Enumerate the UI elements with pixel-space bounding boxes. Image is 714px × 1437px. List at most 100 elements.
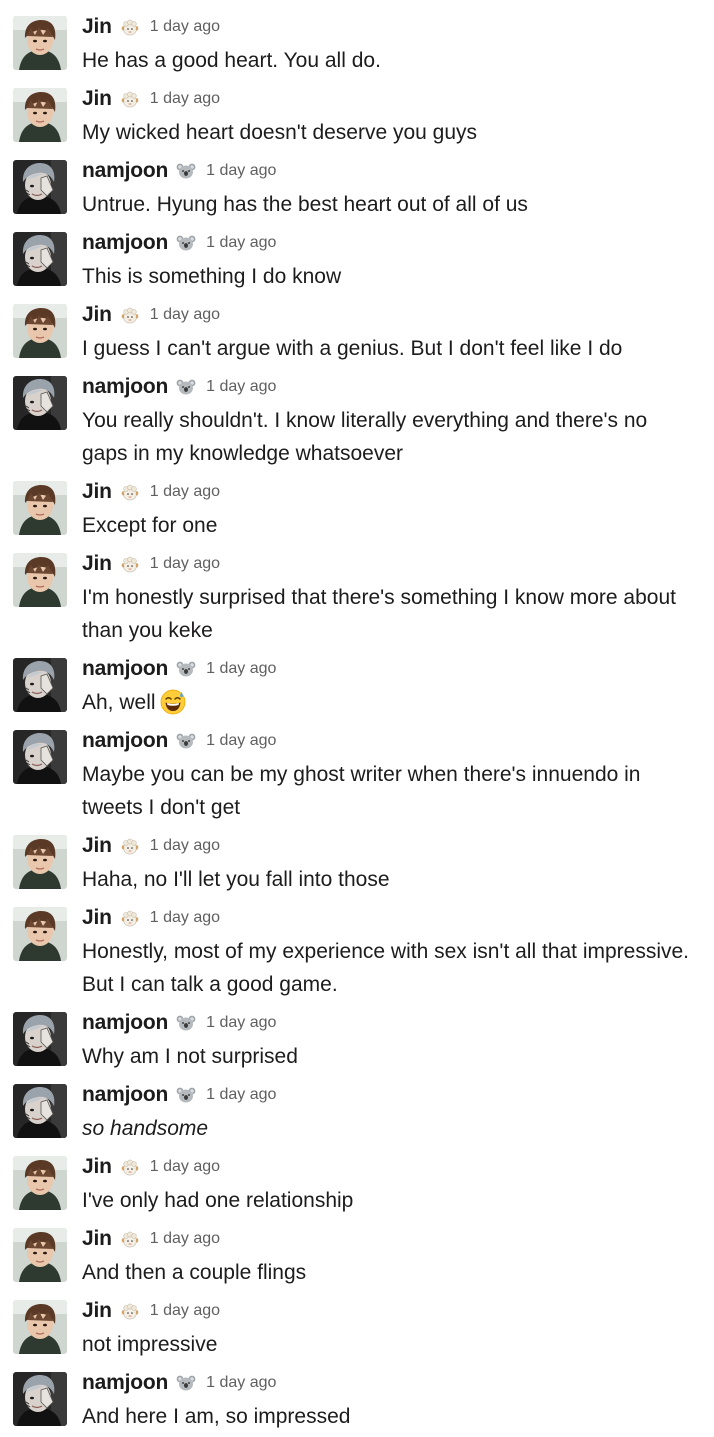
ram-icon (120, 1229, 140, 1249)
timestamp[interactable]: 1 day ago (150, 555, 220, 573)
message-text: I've only had one relationship (82, 1189, 354, 1212)
ram-icon (120, 908, 140, 928)
avatar[interactable] (13, 1372, 67, 1426)
message-header: namjoon 1 day ago (82, 1369, 276, 1397)
timestamp[interactable]: 1 day ago (150, 1302, 220, 1320)
message-text: Maybe you can be my ghost writer when th… (82, 763, 641, 819)
message-text: This is something I do know (82, 265, 342, 288)
message-text: You really shouldn't. I know literally e… (82, 409, 648, 465)
avatar[interactable] (13, 1228, 67, 1282)
ram-icon (120, 1301, 140, 1321)
message-header: Jin 1 day ago (82, 904, 220, 932)
message-header: Jin 1 day ago (82, 1225, 220, 1253)
username[interactable]: Jin (82, 15, 112, 39)
username[interactable]: namjoon (82, 1371, 168, 1395)
avatar[interactable] (13, 1084, 67, 1138)
avatar[interactable] (13, 1012, 67, 1066)
timestamp[interactable]: 1 day ago (206, 732, 276, 750)
username[interactable]: Jin (82, 480, 112, 504)
message-text: He has a good heart. You all do. (82, 49, 381, 72)
ram-icon (120, 17, 140, 37)
avatar[interactable] (13, 907, 67, 961)
message-header: Jin 1 day ago (82, 832, 220, 860)
koala-icon (176, 161, 196, 181)
timestamp[interactable]: 1 day ago (150, 90, 220, 108)
username[interactable]: Jin (82, 834, 112, 858)
avatar[interactable] (13, 1300, 67, 1354)
username[interactable]: Jin (82, 87, 112, 111)
timestamp[interactable]: 1 day ago (206, 660, 276, 678)
avatar[interactable] (13, 481, 67, 535)
ram-icon (120, 836, 140, 856)
timestamp[interactable]: 1 day ago (150, 18, 220, 36)
username[interactable]: namjoon (82, 375, 168, 399)
username[interactable]: Jin (82, 1227, 112, 1251)
koala-icon (176, 659, 196, 679)
avatar[interactable] (13, 160, 67, 214)
message-header: Jin 1 day ago (82, 478, 220, 506)
avatar[interactable] (13, 730, 67, 784)
username[interactable]: Jin (82, 1155, 112, 1179)
username[interactable]: namjoon (82, 1011, 168, 1035)
timestamp[interactable]: 1 day ago (206, 1014, 276, 1032)
username[interactable]: Jin (82, 1299, 112, 1323)
username[interactable]: Jin (82, 906, 112, 930)
avatar[interactable] (13, 1156, 67, 1210)
timestamp[interactable]: 1 day ago (206, 378, 276, 396)
username[interactable]: namjoon (82, 1083, 168, 1107)
timestamp[interactable]: 1 day ago (206, 234, 276, 252)
message-header: namjoon 1 day ago (82, 1009, 276, 1037)
message-header: namjoon 1 day ago (82, 655, 276, 683)
message-text: Untrue. Hyung has the best heart out of … (82, 193, 528, 216)
avatar[interactable] (13, 304, 67, 358)
message-text: Haha, no I'll let you fall into those (82, 868, 390, 891)
message-header: Jin 1 day ago (82, 1153, 220, 1181)
message-header: namjoon 1 day ago (82, 1081, 276, 1109)
koala-icon (176, 1013, 196, 1033)
message-text: Ah, well (82, 686, 697, 719)
message-text: Why am I not surprised (82, 1045, 298, 1068)
message-header: Jin 1 day ago (82, 13, 220, 41)
timestamp[interactable]: 1 day ago (150, 483, 220, 501)
koala-icon (176, 233, 196, 253)
message-text: My wicked heart doesn't deserve you guys (82, 121, 478, 144)
username[interactable]: namjoon (82, 657, 168, 681)
message-header: namjoon 1 day ago (82, 727, 276, 755)
ram-icon (120, 89, 140, 109)
timestamp[interactable]: 1 day ago (150, 306, 220, 324)
avatar[interactable] (13, 553, 67, 607)
ram-icon (120, 1157, 140, 1177)
ram-icon (120, 482, 140, 502)
timestamp[interactable]: 1 day ago (206, 1374, 276, 1392)
timestamp[interactable]: 1 day ago (150, 837, 220, 855)
koala-icon (176, 1373, 196, 1393)
avatar[interactable] (13, 835, 67, 889)
message-header: namjoon 1 day ago (82, 157, 276, 185)
timestamp[interactable]: 1 day ago (150, 1230, 220, 1248)
username[interactable]: Jin (82, 303, 112, 327)
avatar[interactable] (13, 658, 67, 712)
timestamp[interactable]: 1 day ago (150, 1158, 220, 1176)
koala-icon (176, 1085, 196, 1105)
message-header: Jin 1 day ago (82, 1297, 220, 1325)
avatar[interactable] (13, 232, 67, 286)
avatar[interactable] (13, 376, 67, 430)
message-text: I'm honestly surprised that there's some… (82, 586, 676, 642)
message-text: And here I am, so impressed (82, 1405, 351, 1428)
timestamp[interactable]: 1 day ago (206, 1086, 276, 1104)
username[interactable]: namjoon (82, 231, 168, 255)
avatar[interactable] (13, 88, 67, 142)
timestamp[interactable]: 1 day ago (150, 909, 220, 927)
message-header: namjoon 1 day ago (82, 229, 276, 257)
koala-icon (176, 731, 196, 751)
timestamp[interactable]: 1 day ago (206, 162, 276, 180)
message-text: Honestly, most of my experience with sex… (82, 940, 690, 996)
username[interactable]: namjoon (82, 159, 168, 183)
message-header: namjoon 1 day ago (82, 373, 276, 401)
username[interactable]: namjoon (82, 729, 168, 753)
ram-icon (120, 554, 140, 574)
username[interactable]: Jin (82, 552, 112, 576)
ram-icon (120, 305, 140, 325)
avatar[interactable] (13, 16, 67, 70)
sweat-smile-icon (160, 689, 186, 715)
